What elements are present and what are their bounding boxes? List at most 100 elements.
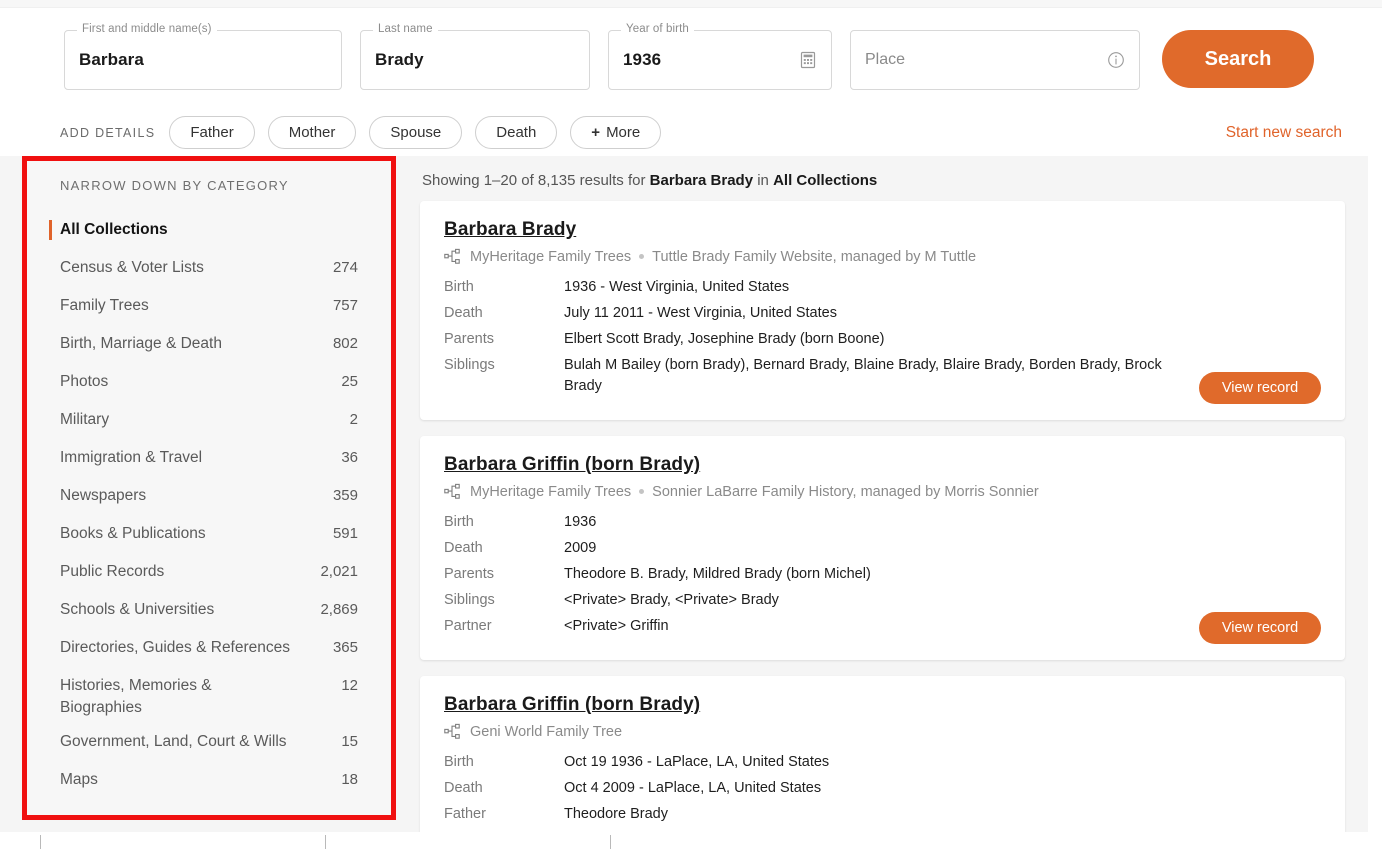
content-area: NARROW DOWN BY CATEGORY All Collections …	[0, 156, 1368, 849]
last-name-value: Brady	[375, 50, 424, 69]
result-field-key: Siblings	[444, 357, 495, 373]
page-footer	[0, 832, 1382, 849]
first-name-field[interactable]: First and middle name(s) Barbara	[64, 23, 342, 90]
info-icon[interactable]	[1106, 50, 1126, 70]
category-count: 36	[341, 449, 358, 466]
sidebar-item-all-collections[interactable]: All Collections	[22, 213, 396, 251]
place-placeholder: Place	[865, 51, 906, 68]
result-field-row: Death Oct 4 2009 - LaPlace, LA, United S…	[444, 778, 1321, 799]
results-summary-middle: in	[753, 172, 774, 189]
chip-father[interactable]: Father	[169, 116, 255, 149]
category-label: Family Trees	[60, 297, 149, 314]
add-details-row: ADD DETAILS Father Mother Spouse Death +…	[60, 116, 674, 149]
sidebar-title: NARROW DOWN BY CATEGORY	[60, 178, 289, 193]
result-field-value: Bulah M Bailey (born Brady), Bernard Bra…	[564, 357, 1162, 394]
chip-death-label: Death	[496, 124, 537, 141]
result-field-value: <Private> Griffin	[564, 618, 669, 634]
chip-death[interactable]: Death	[475, 116, 558, 149]
result-field-value: Elbert Scott Brady, Josephine Brady (bor…	[564, 331, 885, 347]
result-field-row: Birth Oct 19 1936 - LaPlace, LA, United …	[444, 752, 1321, 773]
results-summary-prefix: Showing 1–20 of 8,135 results for	[422, 172, 650, 189]
sidebar-item-birth-marriage-death[interactable]: Birth, Marriage & Death 802	[22, 327, 396, 365]
category-count: 591	[332, 525, 358, 542]
search-bar: First and middle name(s) Barbara Last na…	[0, 8, 1382, 156]
sidebar-item-immigration-travel[interactable]: Immigration & Travel 36	[22, 441, 396, 479]
sidebar-item-census-voter-lists[interactable]: Census & Voter Lists 274	[22, 251, 396, 289]
search-button[interactable]: Search	[1162, 30, 1314, 88]
result-field-value: <Private> Brady, <Private> Brady	[564, 592, 779, 608]
category-sidebar: NARROW DOWN BY CATEGORY All Collections …	[22, 156, 396, 820]
footer-divider	[325, 835, 326, 849]
calendar-icon[interactable]	[798, 50, 818, 70]
footer-divider	[40, 835, 41, 849]
result-source-detail: Sonnier LaBarre Family History, managed …	[652, 483, 1039, 500]
category-list: All Collections Census & Voter Lists 274…	[22, 213, 396, 801]
result-card[interactable]: Barbara Griffin (born Brady) Geni World …	[420, 676, 1345, 849]
result-title-link[interactable]: Barbara Griffin (born Brady)	[444, 454, 700, 476]
result-field-value: Oct 19 1936 - LaPlace, LA, United States	[564, 754, 830, 770]
category-label: Birth, Marriage & Death	[60, 335, 222, 352]
results-summary-collection: All Collections	[773, 172, 878, 189]
category-label: Public Records	[60, 563, 165, 580]
result-field-row: Birth 1936 - West Virginia, United State…	[444, 277, 1321, 298]
sidebar-item-directories-guides-references[interactable]: Directories, Guides & References 365	[22, 631, 396, 669]
category-count: 365	[332, 639, 358, 656]
result-card[interactable]: Barbara Brady MyHeritage Family Trees Tu…	[420, 201, 1345, 420]
results-summary: Showing 1–20 of 8,135 results for Barbar…	[420, 156, 1345, 201]
sidebar-item-photos[interactable]: Photos 25	[22, 365, 396, 403]
result-title-link[interactable]: Barbara Brady	[444, 219, 576, 241]
first-name-legend: First and middle name(s)	[77, 23, 217, 35]
sidebar-item-books-publications[interactable]: Books & Publications 591	[22, 517, 396, 555]
result-card[interactable]: Barbara Griffin (born Brady) MyHeritage …	[420, 436, 1345, 660]
result-field-key: Father	[444, 806, 486, 822]
category-label: Histories, Memories & Biographies	[60, 677, 212, 716]
result-field-key: Parents	[444, 331, 494, 347]
sidebar-item-histories-memories-biographies[interactable]: Histories, Memories & Biographies 12	[22, 669, 396, 725]
result-field-key: Siblings	[444, 592, 495, 608]
year-of-birth-field[interactable]: Year of birth 1936	[608, 23, 832, 90]
result-source-collection: Geni World Family Tree	[470, 723, 623, 740]
result-title-link[interactable]: Barbara Griffin (born Brady)	[444, 694, 700, 716]
bullet-separator-icon	[639, 489, 645, 494]
category-count: 359	[332, 487, 358, 504]
category-count: 757	[332, 297, 358, 314]
result-field-value: Theodore B. Brady, Mildred Brady (born M…	[564, 566, 871, 582]
last-name-field[interactable]: Last name Brady	[360, 23, 590, 90]
first-name-value: Barbara	[79, 50, 144, 69]
category-label: Newspapers	[60, 487, 147, 504]
chip-more[interactable]: + More	[570, 116, 662, 149]
sidebar-item-government-land-court-wills[interactable]: Government, Land, Court & Wills 15	[22, 725, 396, 763]
category-count: 18	[341, 771, 358, 788]
sidebar-item-public-records[interactable]: Public Records 2,021	[22, 555, 396, 593]
view-record-button[interactable]: View record	[1199, 612, 1321, 644]
category-label: Maps	[60, 771, 98, 788]
result-field-value: July 11 2011 - West Virginia, United Sta…	[564, 305, 837, 321]
category-count: 2,869	[320, 601, 358, 618]
sidebar-item-military[interactable]: Military 2	[22, 403, 396, 441]
category-label: Books & Publications	[60, 525, 206, 542]
place-field[interactable]: Place	[850, 30, 1140, 90]
result-source-collection: MyHeritage Family Trees	[470, 248, 632, 265]
sidebar-item-newspapers[interactable]: Newspapers 359	[22, 479, 396, 517]
result-field-key: Birth	[444, 754, 474, 770]
chip-spouse[interactable]: Spouse	[369, 116, 463, 149]
category-count: 802	[332, 335, 358, 352]
result-source: MyHeritage Family Trees Tuttle Brady Fam…	[444, 248, 1321, 265]
chip-spouse-label: Spouse	[390, 124, 442, 141]
view-record-button[interactable]: View record	[1199, 372, 1321, 404]
sidebar-item-maps[interactable]: Maps 18	[22, 763, 396, 801]
result-field-value: 1936 - West Virginia, United States	[564, 279, 790, 295]
chip-father-label: Father	[190, 124, 234, 141]
sidebar-item-schools-universities[interactable]: Schools & Universities 2,869	[22, 593, 396, 631]
chip-mother[interactable]: Mother	[267, 116, 357, 149]
family-tree-icon	[444, 723, 461, 740]
result-field-row: Death 2009	[444, 538, 1321, 559]
category-count: 2	[349, 411, 358, 428]
results-summary-query: Barbara Brady	[649, 172, 754, 189]
result-field-row: Parents Theodore B. Brady, Mildred Brady…	[444, 564, 1321, 585]
result-field-row: Siblings Bulah M Bailey (born Brady), Be…	[444, 355, 1321, 397]
sidebar-item-family-trees[interactable]: Family Trees 757	[22, 289, 396, 327]
start-new-search-link[interactable]: Start new search	[1226, 124, 1342, 142]
chip-mother-label: Mother	[288, 124, 336, 141]
result-field-row: Father Theodore Brady	[444, 804, 1321, 825]
